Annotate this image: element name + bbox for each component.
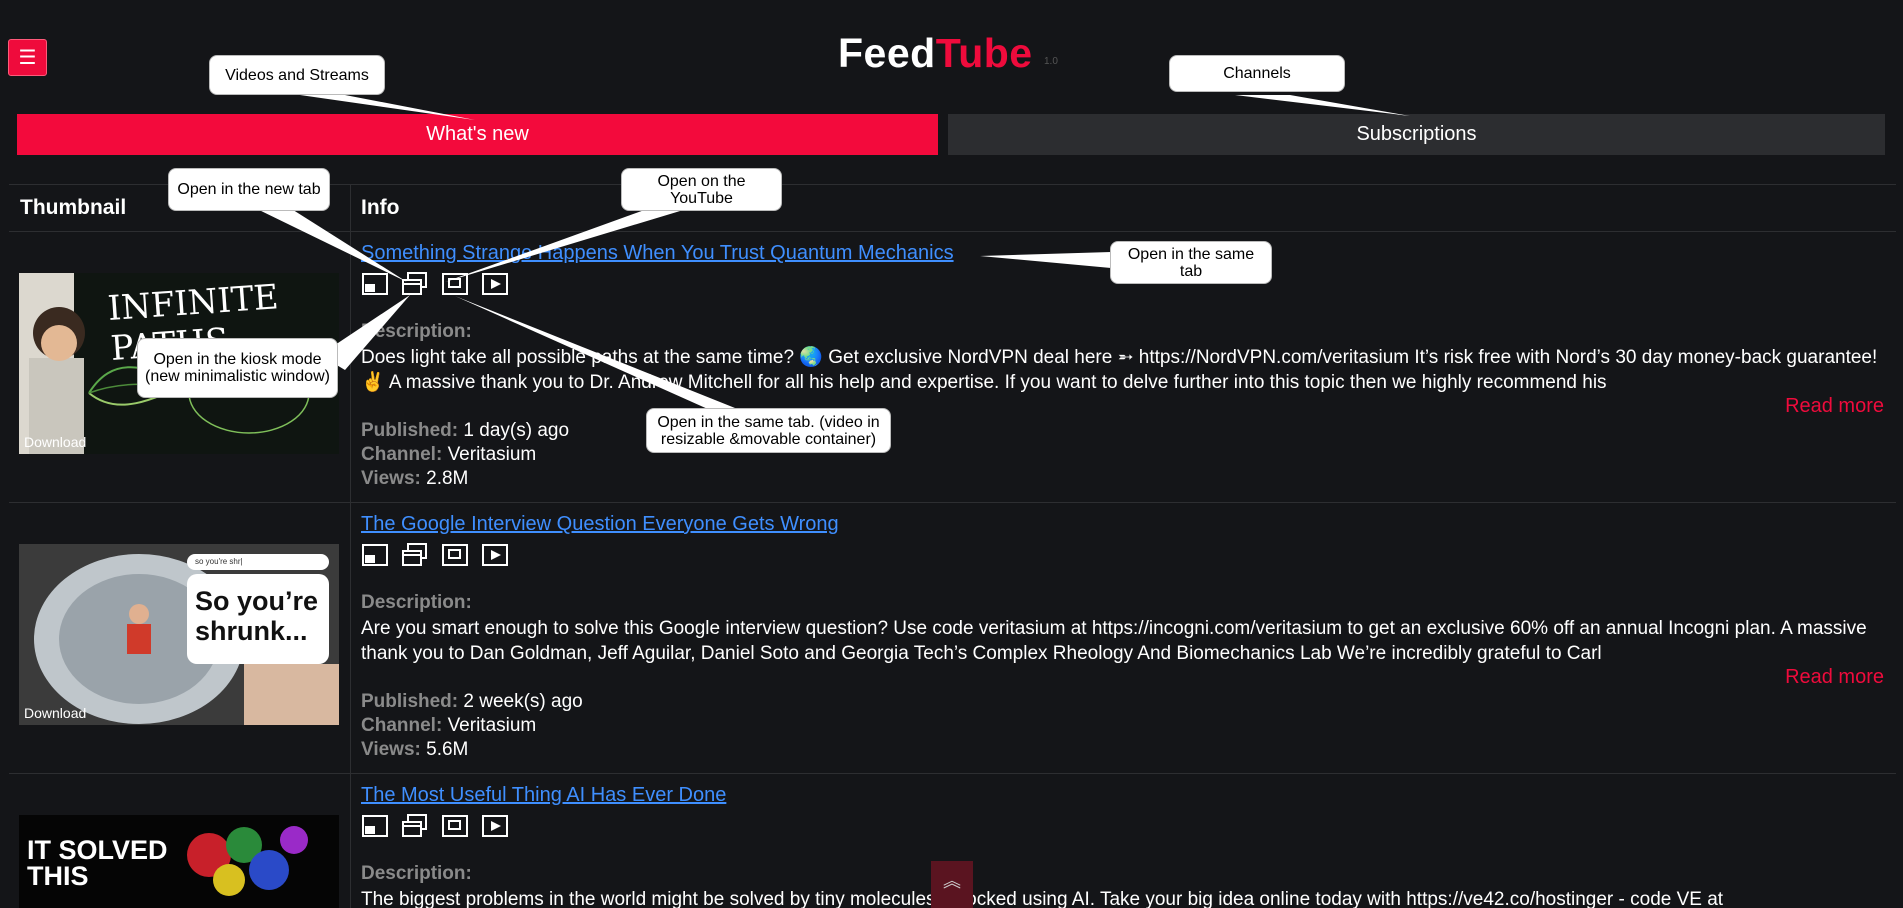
tab-whats-new[interactable]: What's new: [17, 114, 938, 155]
callout-open-container: Open in the same tab. (video in resizabl…: [646, 408, 891, 453]
video-thumbnail[interactable]: IT SOLVED THIS: [19, 815, 339, 908]
container-icon[interactable]: [442, 543, 468, 567]
thumbnail-caption: So you’re shrunk...: [187, 574, 329, 664]
header-thumbnail: Thumbnail: [20, 196, 127, 219]
logo-feed: Feed: [838, 30, 936, 76]
published-value: 1 day(s) ago: [463, 420, 570, 441]
description-text: The biggest problems in the world might …: [361, 889, 1724, 908]
container-icon[interactable]: [442, 814, 468, 838]
youtube-play-icon[interactable]: [482, 543, 508, 567]
read-more-link[interactable]: Read more: [1785, 395, 1884, 418]
table-header-border: [9, 231, 1896, 232]
channel-value: Veritasium: [447, 715, 537, 736]
youtube-play-icon[interactable]: [482, 814, 508, 838]
callout-open-kiosk: Open in the kiosk mode (new minimalistic…: [137, 338, 338, 398]
description-label: Description:: [361, 592, 472, 613]
new-tab-icon[interactable]: [402, 814, 428, 838]
video-meta: Published: 1 day(s) ago Channel: Veritas…: [361, 419, 569, 491]
read-more-link[interactable]: Read more: [1785, 666, 1884, 689]
app-logo: FeedTube: [838, 30, 1033, 77]
description-text: Does light take all possible paths at th…: [361, 347, 1878, 393]
published-value: 2 week(s) ago: [463, 691, 583, 712]
logo-version: 1.0: [1044, 56, 1058, 67]
description-label: Description:: [361, 321, 472, 342]
new-tab-icon[interactable]: [402, 543, 428, 567]
video-action-icons: [362, 543, 508, 567]
youtube-play-icon[interactable]: [482, 272, 508, 296]
header-info: Info: [361, 196, 400, 219]
video-title-link[interactable]: Something Strange Happens When You Trust…: [361, 242, 954, 265]
container-icon[interactable]: [442, 272, 468, 296]
callout-videos-and-streams: Videos and Streams: [209, 55, 385, 95]
views-value: 5.6M: [426, 739, 469, 760]
published-label: Published:: [361, 691, 459, 712]
views-value: 2.8M: [426, 468, 469, 489]
scroll-to-top-icon: ︽: [943, 871, 961, 891]
row-divider: [9, 502, 1896, 503]
download-link[interactable]: Download: [24, 434, 86, 450]
callout-open-new-tab: Open in the new tab: [168, 168, 330, 211]
logo-tube: Tube: [935, 30, 1033, 76]
tab-subscriptions[interactable]: Subscriptions: [948, 114, 1885, 155]
channel-label: Channel:: [361, 444, 443, 465]
channel-value: Veritasium: [447, 444, 537, 465]
video-meta: Published: 2 week(s) ago Channel: Verita…: [361, 690, 583, 762]
kiosk-window-icon[interactable]: [362, 814, 388, 838]
thumbnail-search-bar: so you're shr|: [187, 554, 329, 570]
download-link[interactable]: Download: [24, 705, 86, 721]
callout-open-same-tab: Open in the same tab: [1110, 241, 1272, 284]
thumbnail-caption: IT SOLVED THIS: [27, 835, 168, 891]
description-text: Are you smart enough to solve this Googl…: [361, 618, 1867, 664]
callout-channels: Channels: [1169, 55, 1345, 92]
video-title-link[interactable]: The Most Useful Thing AI Has Ever Done: [361, 784, 726, 807]
kiosk-window-icon[interactable]: [362, 272, 388, 296]
kiosk-window-icon[interactable]: [362, 543, 388, 567]
app-frame: ☰ FeedTube 1.0 What's new Subscriptions …: [0, 0, 1903, 908]
video-action-icons: [362, 814, 508, 838]
row-divider: [9, 773, 1896, 774]
scroll-to-top-button[interactable]: ︽: [931, 861, 973, 908]
video-action-icons: [362, 272, 508, 296]
published-label: Published:: [361, 420, 459, 441]
video-thumbnail[interactable]: so you're shr| So you’re shrunk... Downl…: [19, 544, 339, 725]
callout-open-youtube: Open on the YouTube: [621, 168, 782, 211]
views-label: Views:: [361, 739, 421, 760]
video-title-link[interactable]: The Google Interview Question Everyone G…: [361, 513, 839, 536]
column-divider: [350, 184, 351, 908]
channel-label: Channel:: [361, 715, 443, 736]
views-label: Views:: [361, 468, 421, 489]
new-tab-icon[interactable]: [402, 272, 428, 296]
menu-icon: ☰: [18, 47, 37, 69]
description-label: Description:: [361, 863, 472, 884]
menu-button[interactable]: ☰: [8, 39, 47, 76]
